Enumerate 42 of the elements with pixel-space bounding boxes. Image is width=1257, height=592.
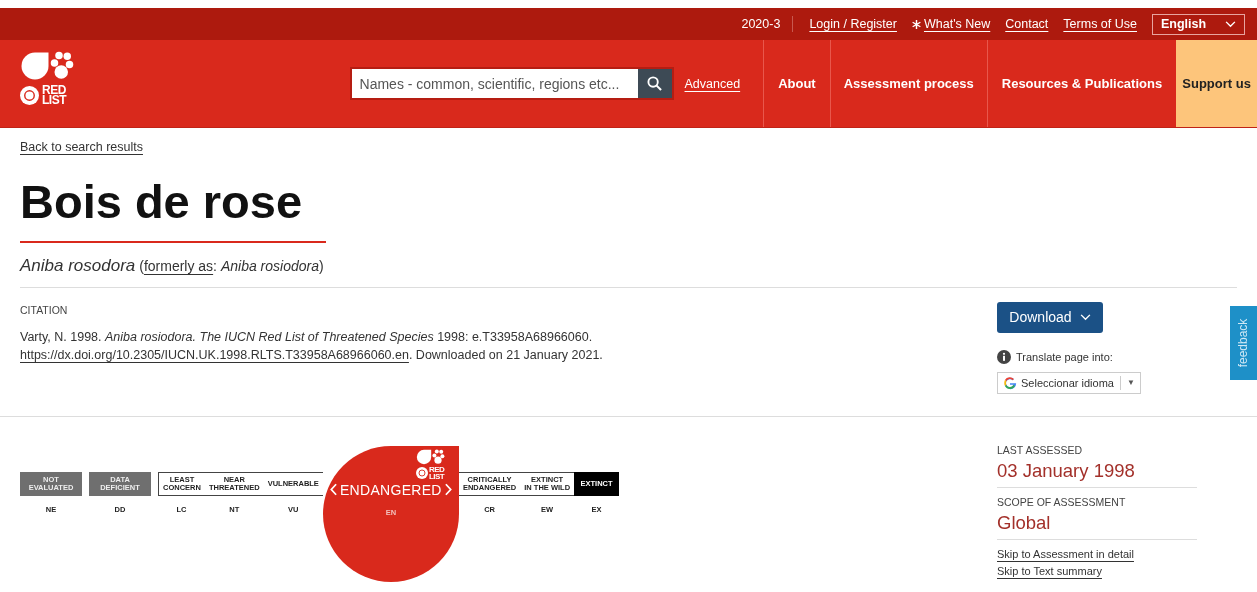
- top-link[interactable]: Login / Register: [809, 17, 897, 31]
- top-link[interactable]: What's New: [911, 17, 991, 31]
- translate-label: Translate page into:: [1016, 350, 1113, 363]
- asterisk-icon: [911, 19, 921, 29]
- logo-text: RED: [42, 85, 66, 95]
- logo-text: LIST: [428, 472, 445, 480]
- chevron-right-icon: [444, 483, 452, 496]
- top-link[interactable]: Contact: [1005, 17, 1049, 31]
- search-icon: [647, 76, 663, 91]
- google-g-icon: [1003, 375, 1017, 390]
- field-value: 03 January 1998: [997, 459, 1136, 482]
- language-select[interactable]: English: [1152, 13, 1245, 35]
- nav-item[interactable]: About: [763, 40, 830, 127]
- field-value: Global: [997, 511, 1052, 534]
- species-title: Bois de rose: [20, 175, 304, 229]
- chevron-down-icon: [1225, 20, 1236, 28]
- back-link[interactable]: Back to search results: [20, 140, 143, 154]
- seal-icon: [20, 85, 39, 105]
- download-button[interactable]: Download: [997, 301, 1103, 333]
- scientific-name: Aniba rosodora (formerly as: Aniba rosiodora): [20, 256, 325, 275]
- search-field[interactable]: Names - common, scientific, regions etc...: [349, 67, 674, 100]
- doi-link[interactable]: https://dx.doi.org/10.2305/IUCN.UK.1998.RLTS.T33958A68966060.en: [20, 347, 409, 362]
- language-selector[interactable]: Seleccionar idioma ▼: [997, 371, 1141, 394]
- advanced-search-link[interactable]: Advanced: [684, 76, 753, 91]
- field-label: LAST ASSESSED: [997, 443, 1083, 456]
- seal-icon: [415, 466, 428, 479]
- category-label: ENDANGERED: [340, 481, 442, 498]
- search-button[interactable]: [637, 69, 672, 98]
- chevron-down-icon: [1079, 313, 1091, 321]
- citation-text: Varty, N. 1998. Aniba rosiodora. The IUCN Red List of Threatened Species 1998: e.T33958A68966060. https://dx.doi.org/10.2305/IUCN.UK.1998.RLTS.T33958A68966060.en. Downloaded on 21 January 2021.: [20, 328, 604, 364]
- skip-link[interactable]: Skip to Assessment in detail: [997, 547, 1134, 560]
- top-link[interactable]: Terms of Use: [1063, 17, 1137, 31]
- info-icon: [997, 349, 1011, 364]
- section-heading: CITATION: [20, 303, 69, 316]
- logo-text: LIST: [42, 95, 66, 105]
- nav-item[interactable]: Assessment process: [829, 40, 987, 127]
- brand-logo[interactable]: RED LIST: [20, 40, 90, 127]
- skip-link[interactable]: Skip to Text summary: [997, 564, 1102, 577]
- field-label: SCOPE OF ASSESSMENT: [997, 495, 1127, 508]
- version-label: 2020-3: [741, 16, 794, 32]
- chevron-left-icon: [330, 483, 337, 496]
- logo-text: RED: [428, 465, 445, 473]
